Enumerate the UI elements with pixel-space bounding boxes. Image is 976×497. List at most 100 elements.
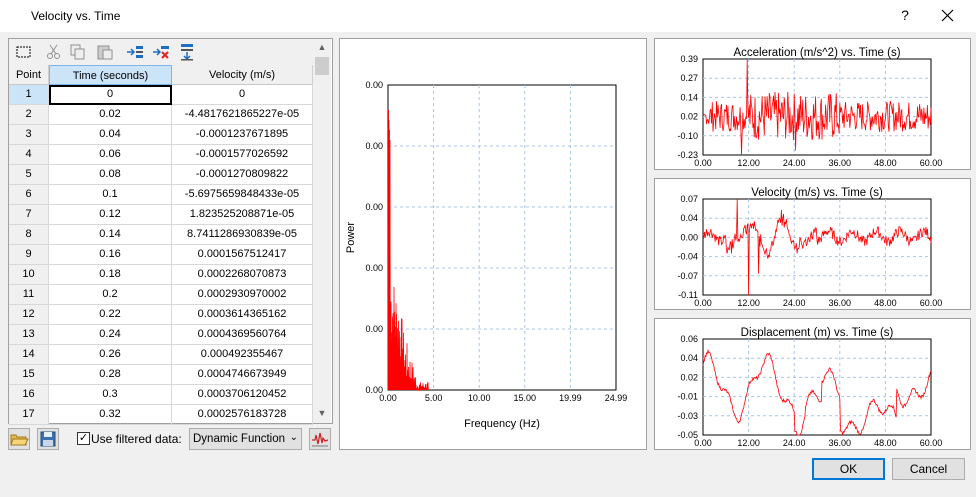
table-row[interactable]: 3 0.04 -0.0001237671895 bbox=[9, 125, 313, 145]
table-row[interactable]: 13 0.24 0.0004369560764 bbox=[9, 325, 313, 345]
row-point-cell[interactable]: 13 bbox=[9, 325, 49, 345]
velocity-cell[interactable]: -5.6975659848433e-05 bbox=[172, 185, 313, 205]
row-point-cell[interactable]: 1 bbox=[9, 85, 49, 105]
help-button[interactable]: ? bbox=[896, 5, 914, 25]
y-tick-label: 0.07 bbox=[680, 194, 698, 204]
waveform-button[interactable] bbox=[309, 428, 331, 450]
insert-row-icon[interactable] bbox=[126, 43, 144, 61]
row-point-cell[interactable]: 6 bbox=[9, 185, 49, 205]
ok-button[interactable]: OK bbox=[812, 458, 885, 480]
time-cell[interactable]: 0 bbox=[49, 85, 172, 105]
time-cell[interactable]: 0.3 bbox=[49, 385, 172, 405]
table-row[interactable]: 4 0.06 -0.0001577026592 bbox=[9, 145, 313, 165]
table-row[interactable]: 12 0.22 0.0003614365162 bbox=[9, 305, 313, 325]
row-point-cell[interactable]: 9 bbox=[9, 245, 49, 265]
time-cell[interactable]: 0.26 bbox=[49, 345, 172, 365]
time-cell[interactable]: 0.04 bbox=[49, 125, 172, 145]
velocity-cell[interactable]: 8.7411286930839e-05 bbox=[172, 225, 313, 245]
time-cell[interactable]: 0.08 bbox=[49, 165, 172, 185]
time-cell[interactable]: 0.14 bbox=[49, 225, 172, 245]
save-icon bbox=[40, 431, 56, 447]
table-row[interactable]: 2 0.02 -4.4817621865227e-05 bbox=[9, 105, 313, 125]
row-point-cell[interactable]: 8 bbox=[9, 225, 49, 245]
scroll-up-icon[interactable]: ▲ bbox=[313, 39, 331, 55]
velocity-cell[interactable]: 0.0002576183728 bbox=[172, 405, 313, 425]
open-file-button[interactable] bbox=[8, 428, 30, 450]
row-point-cell[interactable]: 10 bbox=[9, 265, 49, 285]
time-cell[interactable]: 0.12 bbox=[49, 205, 172, 225]
scroll-thumb[interactable] bbox=[315, 57, 329, 75]
table-row[interactable]: 17 0.32 0.0002576183728 bbox=[9, 405, 313, 425]
time-cell[interactable]: 0.02 bbox=[49, 105, 172, 125]
cancel-button[interactable]: Cancel bbox=[892, 458, 965, 480]
row-point-cell[interactable]: 4 bbox=[9, 145, 49, 165]
x-tick-label: 48.00 bbox=[874, 298, 897, 308]
time-cell[interactable]: 0.16 bbox=[49, 245, 172, 265]
time-cell[interactable]: 0.2 bbox=[49, 285, 172, 305]
table-row[interactable]: 14 0.26 0.000492355467 bbox=[9, 345, 313, 365]
y-tick-label: 0.00 bbox=[365, 80, 383, 90]
column-header-time[interactable]: Time (seconds) bbox=[49, 65, 172, 85]
use-filtered-checkbox[interactable]: ✓ bbox=[77, 432, 90, 445]
row-point-cell[interactable]: 2 bbox=[9, 105, 49, 125]
paste-icon[interactable] bbox=[96, 43, 114, 61]
velocity-cell[interactable]: -0.0001237671895 bbox=[172, 125, 313, 145]
table-scrollbar[interactable]: ▲ ▼ bbox=[313, 39, 331, 423]
table-row[interactable]: 7 0.12 1.823525208871e-05 bbox=[9, 205, 313, 225]
column-header-velocity[interactable]: Velocity (m/s) bbox=[172, 65, 313, 85]
append-row-icon[interactable] bbox=[178, 43, 196, 61]
column-header-point[interactable]: Point bbox=[9, 65, 49, 85]
velocity-cell[interactable]: 0.0003706120452 bbox=[172, 385, 313, 405]
folder-open-icon bbox=[10, 434, 29, 446]
time-cell[interactable]: 0.24 bbox=[49, 325, 172, 345]
velocity-cell[interactable]: -4.4817621865227e-05 bbox=[172, 105, 313, 125]
table-row[interactable]: 9 0.16 0.0001567512417 bbox=[9, 245, 313, 265]
velocity-cell[interactable]: 0.0004746673949 bbox=[172, 365, 313, 385]
table-row[interactable]: 5 0.08 -0.0001270809822 bbox=[9, 165, 313, 185]
velocity-cell[interactable]: 0 bbox=[172, 85, 313, 105]
velocity-cell[interactable]: 0.0002268070873 bbox=[172, 265, 313, 285]
velocity-cell[interactable]: 1.823525208871e-05 bbox=[172, 205, 313, 225]
delete-row-icon[interactable] bbox=[152, 43, 170, 61]
time-cell[interactable]: 0.28 bbox=[49, 365, 172, 385]
time-cell[interactable]: 0.22 bbox=[49, 305, 172, 325]
row-point-cell[interactable]: 5 bbox=[9, 165, 49, 185]
table-row[interactable]: 15 0.28 0.0004746673949 bbox=[9, 365, 313, 385]
power-spectrum-chart: 0.00 5.00 10.00 15.00 19.99 24.99 0.00 0.00 0.00… bbox=[345, 80, 627, 430]
row-point-cell[interactable]: 12 bbox=[9, 305, 49, 325]
velocity-cell[interactable]: 0.0003614365162 bbox=[172, 305, 313, 325]
table-row[interactable]: 100 bbox=[9, 85, 313, 105]
velocity-cell[interactable]: 0.0001567512417 bbox=[172, 245, 313, 265]
row-point-cell[interactable]: 15 bbox=[9, 365, 49, 385]
table-row[interactable]: 10 0.18 0.0002268070873 bbox=[9, 265, 313, 285]
x-tick-label: 12.00 bbox=[737, 158, 760, 168]
row-point-cell[interactable]: 17 bbox=[9, 405, 49, 425]
x-tick-label: 36.00 bbox=[829, 298, 852, 308]
table-row[interactable]: 8 0.14 8.7411286930839e-05 bbox=[9, 225, 313, 245]
row-point-cell[interactable]: 3 bbox=[9, 125, 49, 145]
row-point-cell[interactable]: 14 bbox=[9, 345, 49, 365]
close-button[interactable] bbox=[938, 6, 958, 26]
table-row[interactable]: 6 0.1 -5.6975659848433e-05 bbox=[9, 185, 313, 205]
cut-icon[interactable] bbox=[45, 43, 63, 61]
select-all-icon[interactable] bbox=[15, 43, 33, 61]
velocity-cell[interactable]: 0.0004369560764 bbox=[172, 325, 313, 345]
table-row[interactable]: 16 0.3 0.0003706120452 bbox=[9, 385, 313, 405]
time-cell[interactable]: 0.32 bbox=[49, 405, 172, 425]
row-point-cell[interactable]: 11 bbox=[9, 285, 49, 305]
time-cell[interactable]: 0.06 bbox=[49, 145, 172, 165]
save-file-button[interactable] bbox=[37, 428, 59, 450]
velocity-cell[interactable]: 0.0002930970002 bbox=[172, 285, 313, 305]
time-cell[interactable]: 0.18 bbox=[49, 265, 172, 285]
velocity-cell[interactable]: -0.0001270809822 bbox=[172, 165, 313, 185]
row-point-cell[interactable]: 16 bbox=[9, 385, 49, 405]
velocity-cell[interactable]: -0.0001577026592 bbox=[172, 145, 313, 165]
row-point-cell[interactable]: 7 bbox=[9, 205, 49, 225]
function-select[interactable]: Dynamic Function : ⌄ bbox=[189, 428, 302, 450]
time-cell[interactable]: 0.1 bbox=[49, 185, 172, 205]
copy-icon[interactable] bbox=[69, 43, 87, 61]
scroll-down-icon[interactable]: ▼ bbox=[313, 405, 331, 421]
table-row[interactable]: 11 0.2 0.0002930970002 bbox=[9, 285, 313, 305]
window-title: Velocity vs. Time bbox=[31, 9, 121, 23]
velocity-cell[interactable]: 0.000492355467 bbox=[172, 345, 313, 365]
